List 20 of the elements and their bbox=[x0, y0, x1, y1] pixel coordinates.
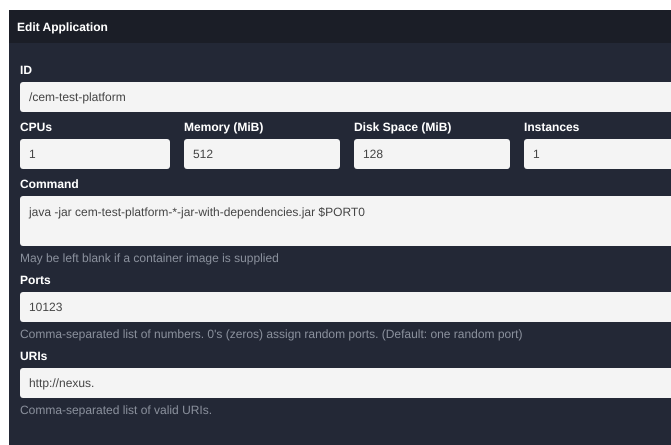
input-field[interactable]: 512 bbox=[184, 139, 340, 169]
command-field[interactable]: java -jar cem-test-platform-*-jar-with-dependencies.jar $PORT0 bbox=[20, 196, 671, 246]
field-label: Instances bbox=[524, 120, 580, 134]
help-text: Comma-separated list of valid URIs. bbox=[20, 403, 212, 417]
field-label: URIs bbox=[20, 349, 48, 363]
field-label: Memory (MiB) bbox=[184, 120, 264, 134]
help-text: Comma-separated list of numbers. 0's (zeros) assign random ports. (Default: one random port) bbox=[20, 327, 522, 341]
field-label: Disk Space (MiB) bbox=[354, 120, 452, 134]
id-field[interactable]: /cem-test-platform bbox=[20, 82, 671, 112]
dialog-title: Edit Application bbox=[17, 20, 108, 34]
input-field[interactable]: 128 bbox=[354, 139, 510, 169]
uris-field[interactable]: http://nexus. bbox=[20, 368, 671, 398]
field-label: ID bbox=[20, 63, 32, 77]
input-field[interactable]: 1 bbox=[20, 139, 170, 169]
ports-field[interactable]: 10123 bbox=[20, 292, 671, 322]
field-label: CPUs bbox=[20, 120, 52, 134]
help-text: May be left blank if a container image is supplied bbox=[20, 251, 279, 265]
input-field[interactable]: 1 bbox=[524, 139, 671, 169]
field-label: Command bbox=[20, 177, 79, 191]
field-label: Ports bbox=[20, 273, 51, 287]
